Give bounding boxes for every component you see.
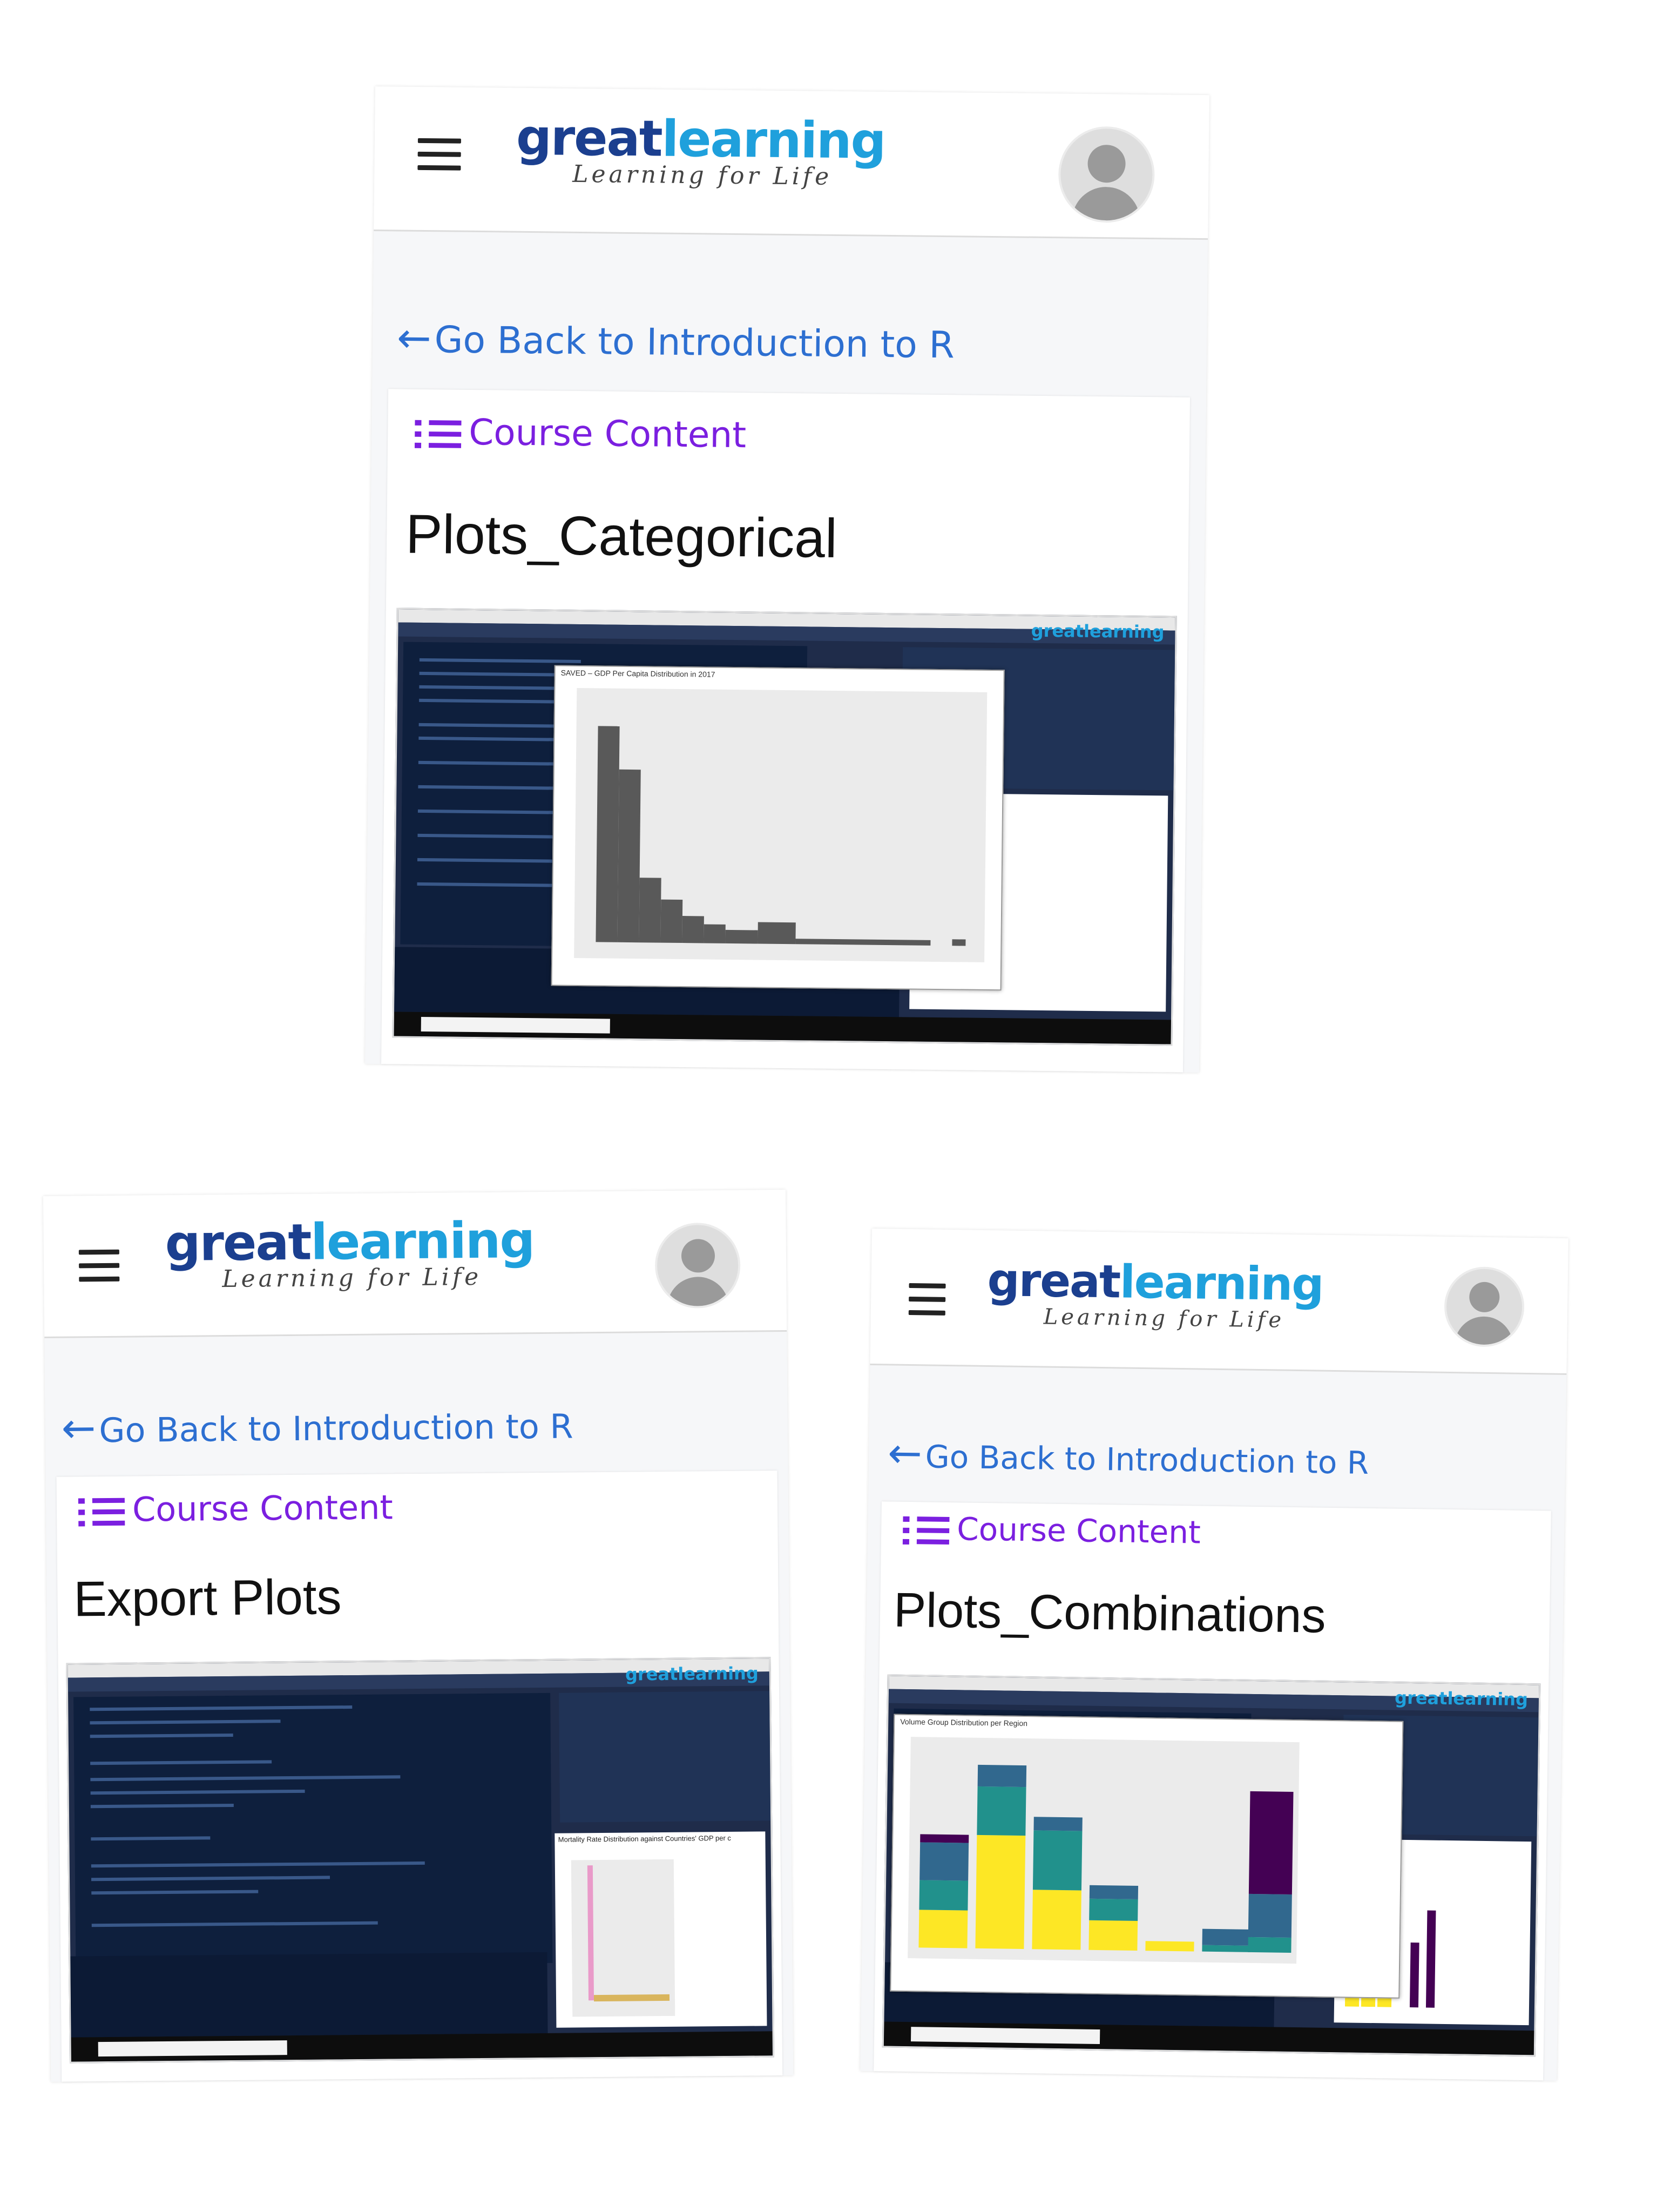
back-arrow-icon: ← — [396, 313, 432, 362]
greatlearning-logo[interactable]: greatlearning Learning for Life — [165, 1211, 535, 1293]
environment-pane — [559, 1691, 771, 1823]
thumbnail-brand: greatlearning — [1394, 1687, 1529, 1710]
greatlearning-logo[interactable]: greatlearning Learning for Life — [986, 1253, 1323, 1334]
code-editor-pane — [73, 1692, 553, 1967]
course-content-link[interactable]: Course Content — [414, 411, 747, 456]
lesson-title: Plots_Categorical — [405, 503, 838, 570]
back-to-course-link[interactable]: ←Go Back to Introduction to R — [61, 1399, 573, 1452]
thumbnail-brand: greatlearning — [1031, 620, 1165, 643]
lesson-card: Course Content Export Plots greatlearnin… — [56, 1471, 783, 2082]
back-to-course-link[interactable]: ←Go Back to Introduction to R — [888, 1428, 1369, 1483]
list-icon — [414, 418, 464, 451]
video-thumbnail[interactable]: greatlearning Mortality Rate Distributio… — [66, 1657, 774, 2063]
lesson-title: Export Plots — [73, 1569, 342, 1627]
hamburger-menu-icon[interactable] — [78, 1249, 120, 1283]
back-to-course-link[interactable]: ←Go Back to Introduction to R — [397, 313, 955, 367]
windows-taskbar — [394, 1011, 1171, 1044]
app-header: greatlearning Learning for Life — [870, 1229, 1568, 1375]
greatlearning-logo[interactable]: greatlearning Learning for Life — [516, 109, 885, 191]
console-pane — [70, 1952, 548, 2038]
app-header: greatlearning Learning for Life — [374, 86, 1209, 240]
windows-taskbar — [883, 2021, 1534, 2055]
plot-zoom-window: SAVED – GDP Per Capita Distribution in 2… — [551, 665, 1005, 991]
course-content-link[interactable]: Course Content — [78, 1487, 393, 1529]
back-arrow-icon: ← — [887, 1428, 923, 1478]
avatar-icon[interactable] — [654, 1222, 741, 1309]
plot-zoom-window: Volume Group Distribution per Region — [890, 1714, 1404, 1999]
avatar-icon[interactable] — [1444, 1266, 1525, 1347]
back-arrow-icon: ← — [61, 1404, 96, 1452]
video-thumbnail[interactable]: greatlearning SAVED – GDP Per Capita Dis… — [392, 608, 1177, 1046]
hamburger-menu-icon[interactable] — [908, 1283, 946, 1316]
course-content-link[interactable]: Course Content — [902, 1510, 1201, 1551]
phone-screenshot-export-plots: greatlearning Learning for Life ←Go Back… — [43, 1190, 794, 2082]
lesson-title: Plots_Combinations — [893, 1583, 1327, 1643]
hamburger-menu-icon[interactable] — [417, 138, 461, 171]
thumbnail-brand: greatlearning — [625, 1663, 759, 1685]
lesson-card: Course Content Plots_Categorical greatle… — [381, 389, 1191, 1073]
video-thumbnail[interactable]: greatlearning Volume Group Distribution … — [882, 1674, 1541, 2057]
list-icon — [78, 1496, 127, 1529]
list-icon — [902, 1514, 952, 1547]
phone-screenshot-plots-combinations: greatlearning Learning for Life ←Go Back… — [860, 1229, 1568, 2081]
plots-pane: Mortality Rate Distribution against Coun… — [555, 1831, 767, 2028]
phone-screenshot-plots-categorical: greatlearning Learning for Life ←Go Back… — [365, 86, 1209, 1073]
app-header: greatlearning Learning for Life — [43, 1190, 787, 1338]
avatar-icon[interactable] — [1058, 126, 1155, 224]
lesson-card: Course Content Plots_Combinations greatl… — [874, 1501, 1551, 2081]
